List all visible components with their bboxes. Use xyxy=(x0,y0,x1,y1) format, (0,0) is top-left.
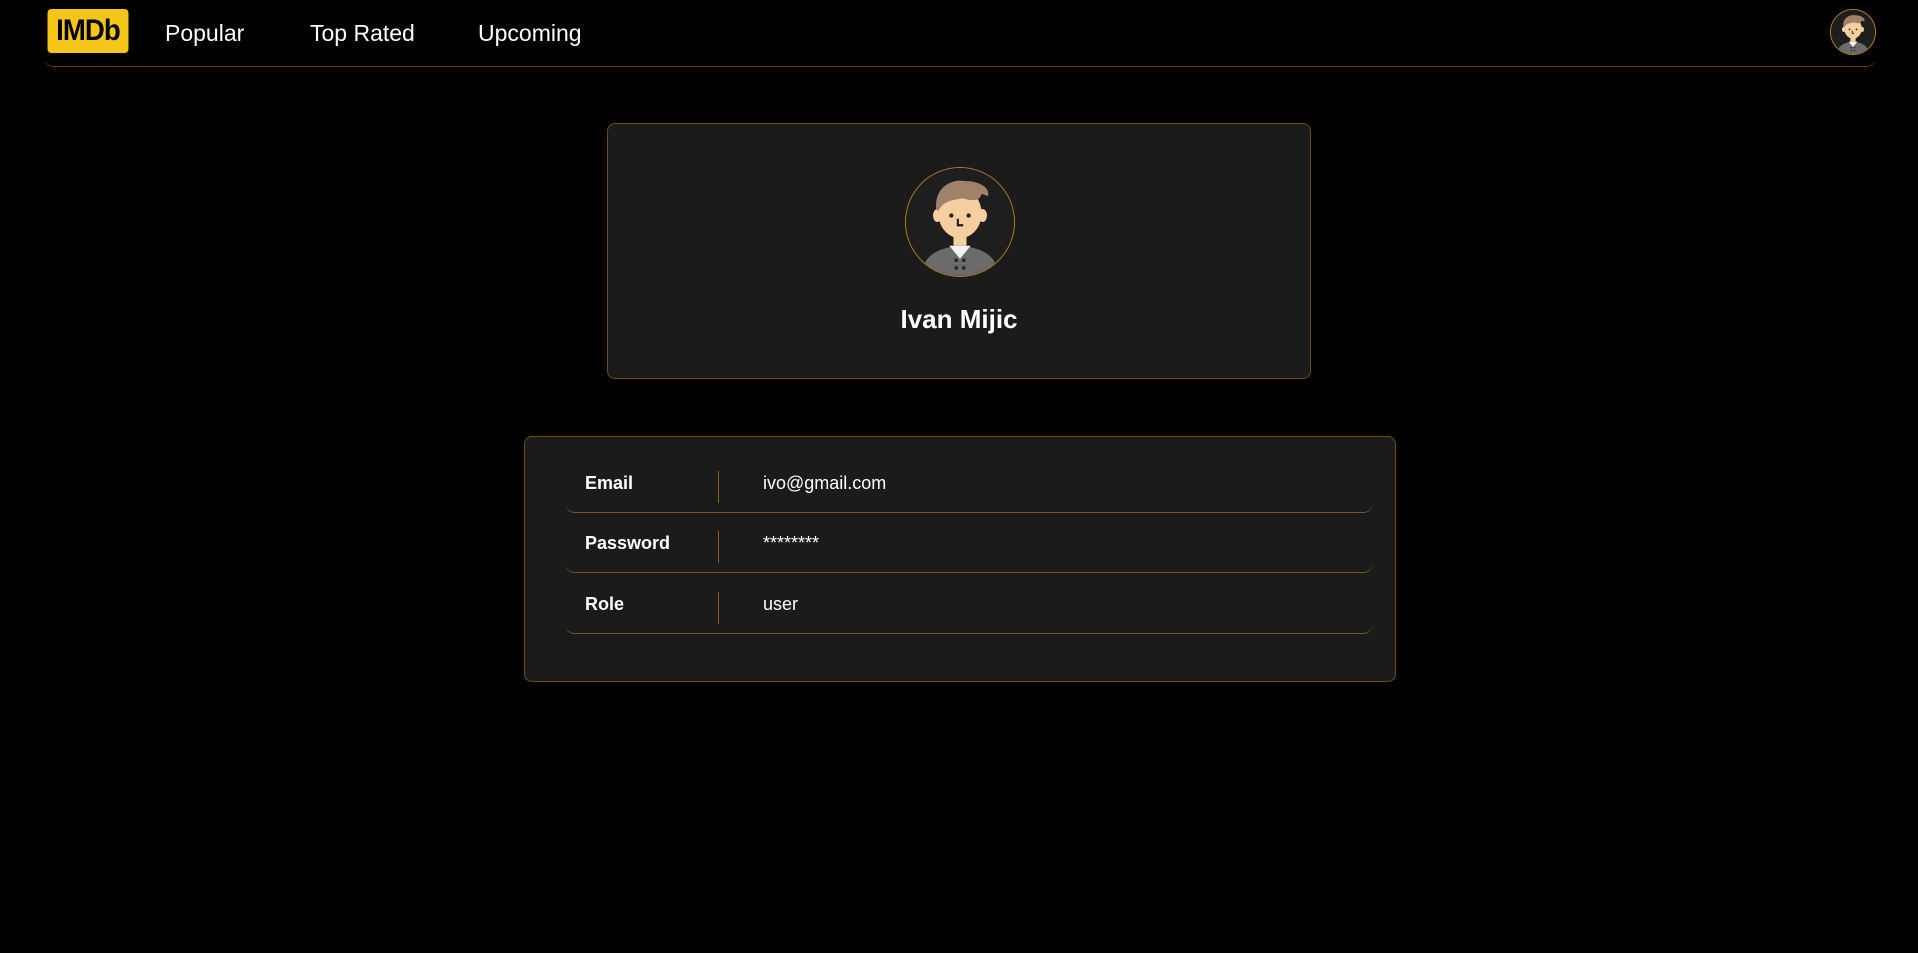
divider xyxy=(718,531,719,563)
nav-link-top-rated[interactable]: Top Rated xyxy=(310,20,415,47)
detail-row-password: Password ******** xyxy=(565,513,1373,573)
role-value: user xyxy=(763,594,799,614)
password-value: ******** xyxy=(763,533,820,553)
password-label: Password xyxy=(585,533,671,553)
detail-row-role: Role user xyxy=(565,574,1373,634)
imdb-logo[interactable]: IMDb xyxy=(47,9,129,53)
role-label: Role xyxy=(585,594,625,614)
divider xyxy=(718,471,719,503)
profile-avatar-icon xyxy=(905,167,1015,277)
account-details-card: Email ivo@gmail.com Password ******** Ro… xyxy=(524,436,1396,682)
email-label: Email xyxy=(585,473,634,493)
user-avatar-icon[interactable] xyxy=(1830,9,1876,55)
nav-link-popular[interactable]: Popular xyxy=(165,20,244,47)
detail-row-email: Email ivo@gmail.com xyxy=(565,453,1373,513)
navbar: IMDb Popular Top Rated Upcoming xyxy=(44,0,1876,67)
divider xyxy=(718,592,719,624)
profile-card: Ivan Mijic xyxy=(607,123,1311,379)
nav-link-upcoming[interactable]: Upcoming xyxy=(478,20,582,47)
profile-name: Ivan Mijic xyxy=(900,304,1018,334)
email-value: ivo@gmail.com xyxy=(763,473,887,493)
